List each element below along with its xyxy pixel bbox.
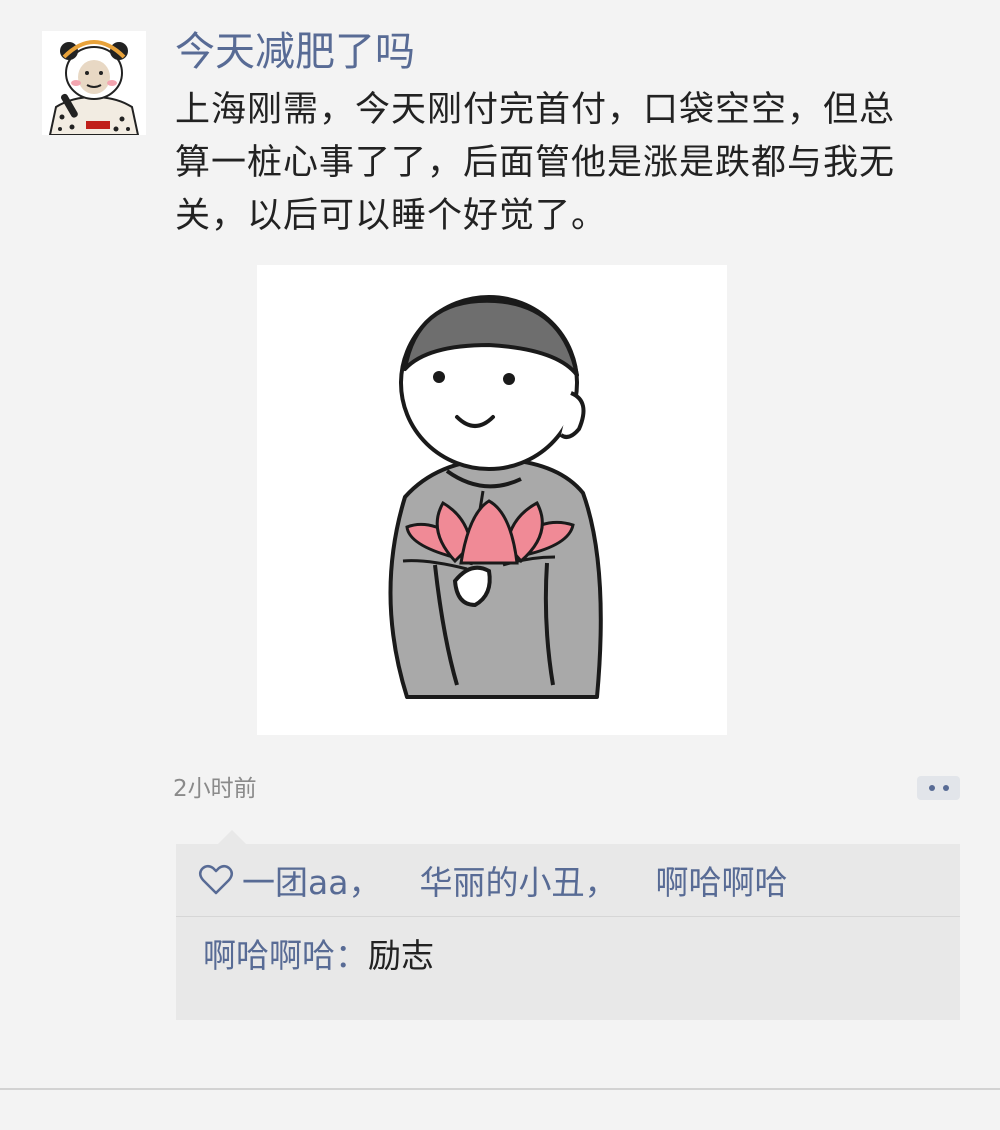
- comment-author[interactable]: 啊哈啊哈: [203, 936, 335, 975]
- comment-text: 励志: [368, 936, 434, 975]
- post-text: 上海刚需，今天刚付完首付，口袋空空，但总 算一桩心事了了，后面管他是涨是跌都与我…: [175, 84, 975, 243]
- liker-name[interactable]: 华丽的小丑: [419, 856, 584, 904]
- post-image[interactable]: [257, 265, 727, 735]
- divider: [176, 916, 960, 917]
- post-text-line: 关，以后可以睡个好觉了。: [175, 196, 608, 236]
- post-author-name[interactable]: 今天减肥了吗: [175, 26, 415, 78]
- post-text-line: 算一桩心事了了，后面管他是涨是跌都与我无: [175, 143, 896, 183]
- post-timestamp: 2小时前: [173, 776, 257, 802]
- likes-row: 一团aa ， 华丽的小丑 ， 啊哈啊哈: [176, 844, 960, 916]
- dot-icon: [942, 785, 949, 791]
- moment-post: 今天减肥了吗 上海刚需，今天刚付完首付，口袋空空，但总 算一桩心事了了，后面管他…: [0, 0, 1000, 1088]
- comment-box-caret: [218, 830, 246, 844]
- heart-outline-icon: [199, 865, 233, 895]
- divider: [0, 1088, 1000, 1090]
- dot-icon: [928, 785, 935, 791]
- monk-lotus-illustration: [257, 265, 727, 735]
- comment-colon: ：: [335, 936, 368, 975]
- avatar[interactable]: [42, 31, 146, 135]
- liker-name[interactable]: 啊哈啊哈: [655, 856, 787, 904]
- liker-separator: ，: [584, 863, 618, 902]
- post-text-line: 上海刚需，今天刚付完首付，口袋空空，但总: [175, 90, 896, 130]
- liker-name[interactable]: 一团aa: [242, 856, 348, 904]
- liker-separator: ，: [348, 863, 382, 902]
- more-actions-button[interactable]: [917, 776, 960, 800]
- likes-and-comments-panel: 一团aa ， 华丽的小丑 ， 啊哈啊哈 啊哈啊哈：励志: [176, 844, 960, 1020]
- panda-avatar-icon: [42, 31, 146, 135]
- comment-item[interactable]: 啊哈啊哈：励志: [203, 934, 434, 978]
